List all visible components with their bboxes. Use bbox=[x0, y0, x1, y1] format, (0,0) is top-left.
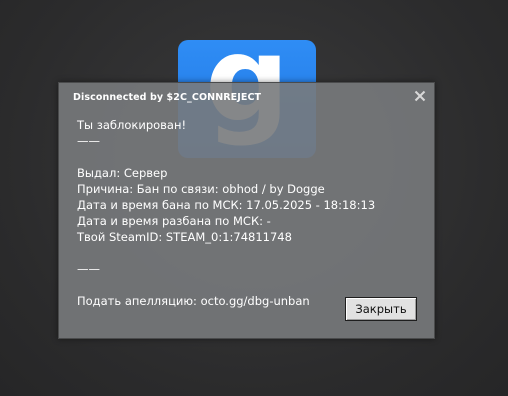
issued-by-text: Выдал: Сервер bbox=[77, 166, 168, 180]
close-icon[interactable] bbox=[413, 89, 427, 103]
close-button[interactable]: Закрыть bbox=[345, 297, 417, 321]
dialog-title: Disconnected by $2C_CONNREJECT bbox=[73, 92, 262, 103]
separator: —— bbox=[77, 262, 100, 276]
close-icon-svg bbox=[414, 90, 426, 102]
steam-id-text: Твой SteamID: STEAM_0:1:74811748 bbox=[77, 230, 292, 244]
separator: —— bbox=[77, 134, 100, 148]
disconnect-dialog: Disconnected by $2C_CONNREJECT Ты заблок… bbox=[58, 82, 435, 339]
reason-text: Причина: Бан по связи: obhod / by Dogge bbox=[77, 182, 325, 196]
ban-datetime-text: Дата и время бана по МСК: 17.05.2025 - 1… bbox=[77, 198, 376, 212]
blocked-message: Ты заблокирован! bbox=[77, 118, 187, 132]
dialog-message: Ты заблокирован! —— Выдал: Сервер Причин… bbox=[77, 117, 424, 309]
unban-datetime-text: Дата и время разбана по МСК: - bbox=[77, 214, 271, 228]
